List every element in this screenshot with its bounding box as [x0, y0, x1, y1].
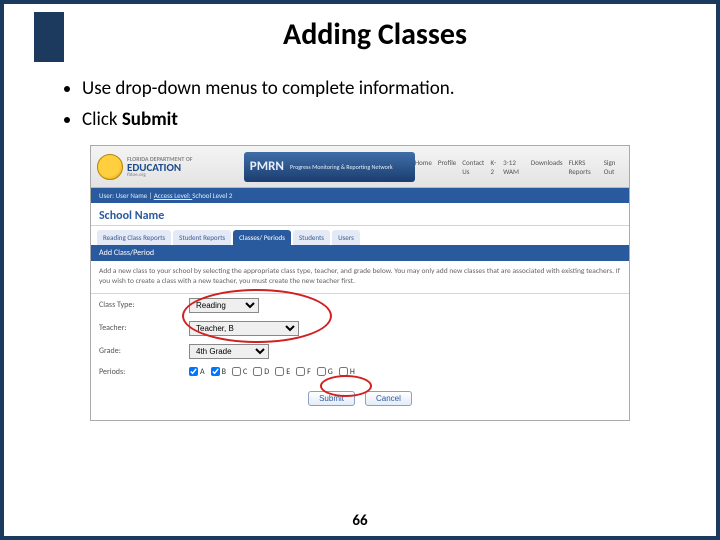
tab-reading-class-reports[interactable]: Reading Class Reports [97, 230, 171, 245]
slide-title: Adding Classes [64, 10, 686, 64]
period-checkbox-a[interactable] [189, 367, 198, 376]
app-header: FLORIDA DEPARTMENT OF EDUCATION fldoe.or… [91, 146, 629, 188]
bullet-bold: Submit [122, 108, 178, 131]
nav-downloads[interactable]: Downloads [531, 158, 563, 176]
top-nav: Home Profile Contact Us K-2 3-12 WAM Dow… [415, 158, 621, 176]
grade-select[interactable]: 4th Grade [189, 344, 269, 359]
tab-users[interactable]: Users [332, 230, 360, 245]
access-level-value: School Level 2 [192, 191, 232, 200]
bullet-item: Use drop-down menus to complete informat… [82, 76, 676, 103]
period-checkbox-e[interactable] [275, 367, 284, 376]
pmrn-label: PMRN [250, 159, 284, 174]
class-type-label: Class Type: [99, 300, 189, 310]
page-number: 66 [4, 512, 716, 530]
period-checkbox-f[interactable] [296, 367, 305, 376]
school-name: School Name [91, 203, 629, 226]
access-level-link[interactable]: Access Level: [154, 191, 193, 200]
nav-312wam[interactable]: 3-12 WAM [503, 158, 525, 176]
grade-label: Grade: [99, 346, 189, 356]
tab-classes-periods[interactable]: Classes/ Periods [233, 230, 291, 245]
period-checkbox-b[interactable] [211, 367, 220, 376]
nav-profile[interactable]: Profile [438, 158, 456, 176]
tab-students[interactable]: Students [293, 230, 330, 245]
embedded-screenshot: FLORIDA DEPARTMENT OF EDUCATION fldoe.or… [4, 145, 716, 421]
fldoe-logo: FLORIDA DEPARTMENT OF EDUCATION fldoe.or… [97, 152, 224, 182]
nav-flkrs[interactable]: FLKRS Reports [569, 158, 598, 176]
tabs-row: Reading Class Reports Student Reports Cl… [91, 226, 629, 245]
period-checkbox-g[interactable] [317, 367, 326, 376]
subheader: Add Class/Period [91, 245, 629, 261]
bullet-prefix: Click [82, 108, 122, 131]
user-label: User: User Name | [99, 191, 154, 200]
pmrn-logo: PMRN Progress Monitoring & Reporting Net… [244, 152, 415, 182]
period-checkbox-c[interactable] [232, 367, 241, 376]
instruction-text: Add a new class to your school by select… [91, 261, 629, 294]
periods-group: A B C D E F G H [189, 367, 355, 377]
nav-home[interactable]: Home [415, 158, 432, 176]
teacher-label: Teacher: [99, 323, 189, 333]
cancel-button[interactable]: Cancel [365, 391, 412, 406]
nav-contact[interactable]: Contact Us [462, 158, 484, 176]
bullet-item: Click Submit [82, 107, 676, 134]
pmrn-sub: Progress Monitoring & Reporting Network [290, 164, 393, 170]
period-checkbox-d[interactable] [253, 367, 262, 376]
nav-signout[interactable]: Sign Out [604, 158, 621, 176]
tab-student-reports[interactable]: Student Reports [173, 230, 231, 245]
nav-k2[interactable]: K-2 [490, 158, 497, 176]
periods-label: Periods: [99, 367, 189, 377]
bullet-list: Use drop-down menus to complete informat… [64, 76, 676, 133]
seal-icon [97, 154, 123, 180]
user-bar: User: User Name | Access Level: School L… [91, 188, 629, 203]
highlight-ellipse-dropdowns [182, 289, 332, 343]
